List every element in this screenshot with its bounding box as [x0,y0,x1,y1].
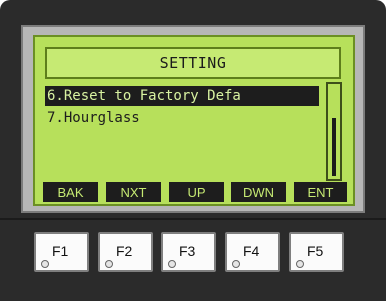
f2-label: F2 [116,243,133,259]
settings-list: 6.Reset to Factory Defa 7.Hourglass [45,86,319,176]
softkey-bak[interactable]: BAK [43,182,98,202]
led-indicator [296,260,304,268]
led-indicator [232,260,240,268]
softkey-up[interactable]: UP [169,182,224,202]
led-indicator [105,260,113,268]
device-bezel: SETTING 6.Reset to Factory Defa 7.Hourgl… [0,0,386,301]
f1-key[interactable]: F1 [34,232,89,272]
f3-key[interactable]: F3 [161,232,216,272]
softkey-dwn[interactable]: DWN [231,182,286,202]
scrollbar-thumb[interactable] [332,118,336,176]
softkey-nxt[interactable]: NXT [106,182,161,202]
f5-label: F5 [307,243,324,259]
title-bar: SETTING [45,47,341,79]
led-indicator [168,260,176,268]
led-indicator [41,260,49,268]
list-item[interactable]: 7.Hourglass [45,108,319,128]
f3-label: F3 [179,243,196,259]
function-keys: F1 F2 F3 F4 F5 [34,232,350,280]
screen-title: SETTING [159,54,227,72]
list-item-selected[interactable]: 6.Reset to Factory Defa [45,86,319,106]
softkey-bar: BAK NXT UP DWN ENT [43,182,347,202]
f5-key[interactable]: F5 [289,232,344,272]
softkey-ent[interactable]: ENT [294,182,347,202]
list-item-label: 7.Hourglass [47,110,140,126]
f4-key[interactable]: F4 [225,232,280,272]
f1-label: F1 [52,243,69,259]
f4-label: F4 [243,243,260,259]
list-item-label: 6.Reset to Factory Defa [47,88,241,104]
f2-key[interactable]: F2 [98,232,153,272]
scrollbar-track[interactable] [326,82,342,181]
